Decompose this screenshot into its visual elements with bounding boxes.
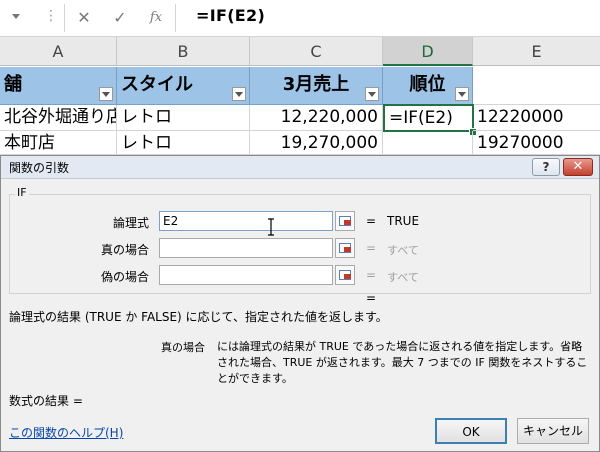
function-result-equals: = [366,291,377,305]
formula-bar: ⋮ ✕ ✓ fx =IF(E2) [0,0,600,37]
filter-dropdown-icon[interactable] [232,87,246,101]
filter-dropdown-icon[interactable] [99,87,113,101]
chevron-down-icon [12,14,20,19]
cell-b3[interactable]: レトロ [117,131,250,155]
range-select-icon[interactable] [335,265,355,285]
function-help-link[interactable]: この関数のヘルプ(H) [9,424,123,441]
value-if-true-input[interactable] [159,238,333,258]
cell-c2[interactable]: 12,220,000 [250,105,383,131]
cell-b2[interactable]: レトロ [117,105,250,131]
help-button[interactable]: ? [532,158,560,176]
cell-a2[interactable]: 北谷外堀通り店 [0,105,117,131]
table-header-style[interactable]: スタイル [117,67,250,105]
more-options-icon[interactable]: ⋮ [44,8,58,24]
current-arg-description: には論理式の結果が TRUE であった場合に返される値を指定します。省略された場… [217,340,588,385]
formula-result-label: 数式の結果 = [9,394,83,408]
column-header-a[interactable]: A [0,37,117,66]
cell-a3[interactable]: 本町店 [0,131,117,155]
arg-equals: = [366,214,377,228]
column-header-e[interactable]: E [473,37,600,66]
function-description: 論理式の結果 (TRUE か FALSE) に応じて、指定された値を返します。 [9,310,388,324]
filter-dropdown-icon[interactable] [455,87,469,101]
formula-input[interactable]: =IF(E2) [196,6,265,25]
ok-button[interactable]: OK [435,418,507,444]
cancel-button[interactable]: キャンセル [517,418,589,444]
cell-e1[interactable] [473,67,600,105]
arg-result-logical-test: TRUE [387,214,420,228]
table-header-label: 舗 [4,74,22,95]
insert-function-icon[interactable]: fx [141,4,171,32]
dialog-title: 関数の引数 [9,161,70,175]
column-header-b[interactable]: B [117,37,250,66]
cell-c3[interactable]: 19,270,000 [250,131,383,155]
name-box-dropdown[interactable] [0,0,30,36]
table-header-rank[interactable]: 順位 [383,67,473,105]
arg-equals: = [366,268,377,282]
enter-icon[interactable]: ✓ [105,4,135,32]
table-header-store[interactable]: 舗 [0,67,117,105]
table-header-label: スタイル [121,74,193,95]
logical-test-input[interactable]: E2 [159,211,333,231]
column-header-d[interactable]: D [383,37,473,66]
arg-label-logical-test: 論理式 [112,216,149,230]
arg-label-value-if-true: 真の場合 [100,243,149,257]
table-header-label: 3月売上 [282,74,350,95]
cancel-icon[interactable]: ✕ [69,4,99,32]
range-select-icon[interactable] [335,211,355,231]
arg-equals: = [366,241,377,255]
current-arg-name: 真の場合 [161,341,205,354]
arg-result-value-if-false: すべて [387,271,419,284]
cell-d3[interactable] [383,131,473,155]
range-select-icon[interactable] [335,238,355,258]
close-button[interactable]: ✕ [563,158,593,176]
cell-e3[interactable]: 19270000 [473,131,600,155]
arg-result-value-if-true: すべて [387,244,419,257]
function-arguments-dialog: 関数の引数 ? ✕ IF 論理式 E2 = TRUE 真の場合 = すべて 偽の… [0,155,600,452]
arg-label-value-if-false: 偽の場合 [100,270,149,284]
cell-e2[interactable]: 12220000 [473,105,600,131]
value-if-false-input[interactable] [159,265,333,285]
table-header-march-sales[interactable]: 3月売上 [250,67,383,105]
column-header-c[interactable]: C [250,37,383,66]
dialog-titlebar[interactable]: 関数の引数 ? ✕ [1,156,599,179]
table-header-label: 順位 [409,74,446,95]
text-cursor-icon [268,218,274,236]
filter-dropdown-icon[interactable] [365,87,379,101]
cell-d2-selected[interactable]: =IF(E2) [383,104,474,132]
formula-buttons: ✕ ✓ fx [64,4,176,32]
function-name: IF [15,186,29,199]
